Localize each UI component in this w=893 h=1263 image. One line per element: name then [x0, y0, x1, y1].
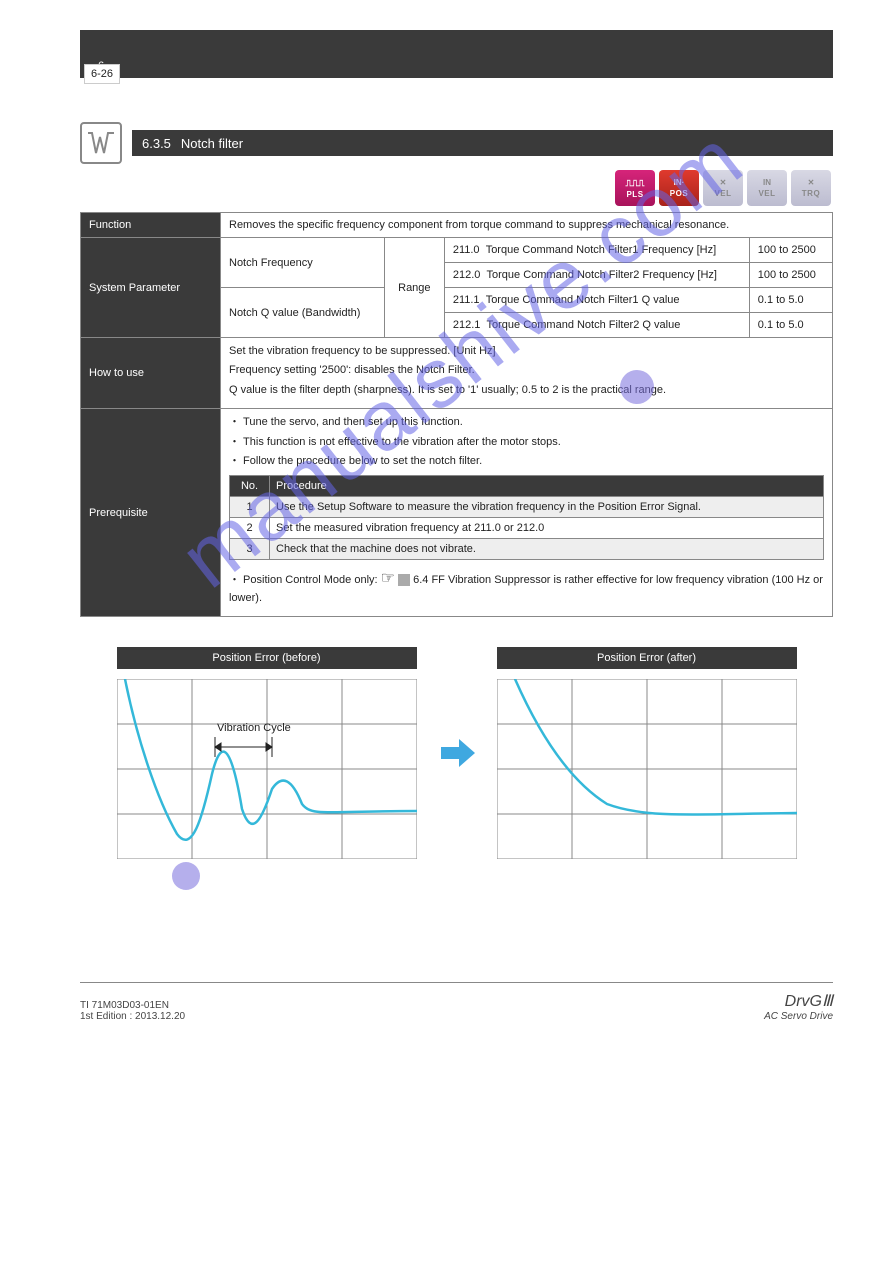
watermark-dot: [172, 862, 200, 890]
row-prereq-label: Prerequisite: [81, 409, 221, 617]
chart-after-plot: [497, 679, 797, 859]
range-label: Range: [384, 238, 444, 338]
param-row: 212.1 Torque Command Notch Filter2 Q val…: [444, 313, 749, 338]
row-how-label: How to use: [81, 338, 221, 409]
pointer-icon: ☞: [381, 570, 395, 587]
chart-before: Position Error (before) Vibration Cycle: [117, 647, 417, 862]
footer-subtitle: AC Servo Drive: [764, 1011, 833, 1022]
param-range: 100 to 2500: [749, 238, 832, 263]
section-number: 6.3.5: [142, 136, 171, 151]
param-row: 211.1 Torque Command Notch Filter1 Q val…: [444, 288, 749, 313]
footer: TI 71M03D03-01EN 1st Edition : 2013.12.2…: [80, 982, 833, 1022]
param-range: 0.1 to 5.0: [749, 288, 832, 313]
arrow-icon: [437, 733, 477, 776]
mode-vel-icon: ✕VEL: [703, 170, 743, 206]
page-number: 6-26: [84, 64, 120, 84]
procedure-table: No.Procedure 1Use the Setup Software to …: [229, 475, 824, 560]
mode-icons: ⎍⎍⎍PLS IN·POS ✕VEL INVEL ✕TRQ: [80, 170, 833, 206]
footer-product: DrvGⅢ: [764, 991, 833, 1011]
chart-after: Position Error (after): [497, 647, 797, 862]
row-function-label: Function: [81, 213, 221, 238]
param-group-freq: Notch Frequency: [221, 238, 385, 288]
param-row: 211.0 Torque Command Notch Filter1 Frequ…: [444, 238, 749, 263]
param-group-q: Notch Q value (Bandwidth): [221, 288, 385, 338]
section-title-bar: 6.3.5 Notch filter: [132, 130, 833, 156]
row-function-value: Removes the specific frequency component…: [221, 213, 833, 238]
row-prereq-value: ・ Tune the servo, and then set up this f…: [221, 409, 833, 617]
reference-marker: [398, 574, 410, 586]
param-row: 212.0 Torque Command Notch Filter2 Frequ…: [444, 263, 749, 288]
row-param-label: System Parameter: [81, 238, 221, 338]
footer-doc-id: TI 71M03D03-01EN: [80, 1000, 185, 1011]
watermark-dot: [620, 370, 654, 404]
spec-table: Function Removes the specific frequency …: [80, 212, 833, 617]
mode-trq-icon: ✕TRQ: [791, 170, 831, 206]
notch-filter-icon: [80, 122, 122, 164]
row-how-value: Set the vibration frequency to be suppre…: [221, 338, 833, 409]
mode-pos-icon: IN·POS: [659, 170, 699, 206]
chart-after-title: Position Error (after): [497, 647, 797, 669]
param-range: 100 to 2500: [749, 263, 832, 288]
header-band: 6: [80, 30, 833, 78]
chart-before-plot: Vibration Cycle: [117, 679, 417, 859]
annotation-vibration-cycle: Vibration Cycle: [217, 722, 291, 734]
mode-pls-icon: ⎍⎍⎍PLS: [615, 170, 655, 206]
mode-invel-icon: INVEL: [747, 170, 787, 206]
section-title: Notch filter: [181, 136, 243, 151]
param-range: 0.1 to 5.0: [749, 313, 832, 338]
chart-before-title: Position Error (before): [117, 647, 417, 669]
footer-edition: 1st Edition : 2013.12.20: [80, 1011, 185, 1022]
